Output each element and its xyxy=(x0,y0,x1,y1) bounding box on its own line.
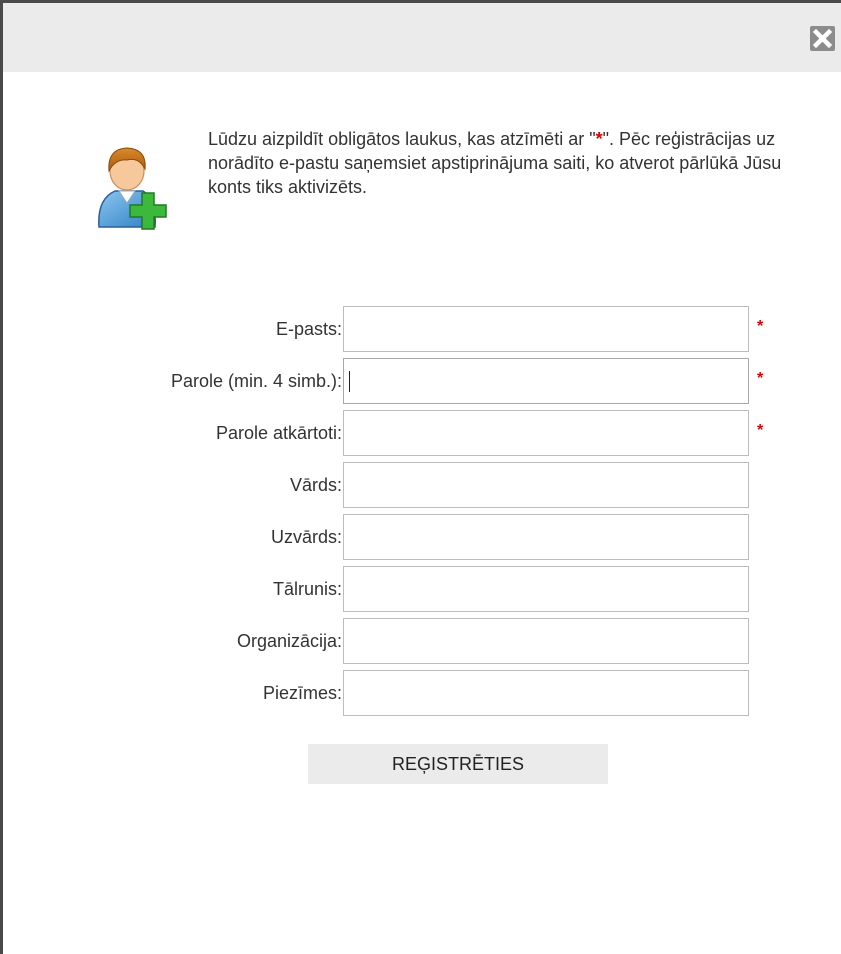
last-name-field[interactable] xyxy=(343,514,749,560)
phone-field[interactable] xyxy=(343,566,749,612)
form-row-phone: Tālrunis: xyxy=(3,566,841,612)
notes-label: Piezīmes: xyxy=(262,683,342,703)
intro-line: Lūdzu aizpildīt obligātos laukus, kas at… xyxy=(208,129,596,149)
password-label: Parole (min. 4 simb.): xyxy=(170,371,342,391)
intro-line-end: ". xyxy=(602,129,614,149)
notes-field[interactable] xyxy=(343,670,749,716)
first-name-field[interactable] xyxy=(343,462,749,508)
register-button[interactable]: REĢISTRĒTIES xyxy=(308,744,608,784)
password-repeat-field[interactable] xyxy=(343,410,749,456)
required-star: * xyxy=(757,318,764,335)
organization-field[interactable] xyxy=(343,618,749,664)
form-row-password: Parole (min. 4 simb.): * xyxy=(3,358,841,404)
email-label: E-pasts: xyxy=(275,319,342,339)
text-caret xyxy=(349,371,350,392)
email-field[interactable] xyxy=(343,306,749,352)
intro-text: Lūdzu aizpildīt obligātos laukus, kas at… xyxy=(208,127,828,199)
first-name-label: Vārds: xyxy=(289,475,342,495)
form-row-email: E-pasts: * xyxy=(3,306,841,352)
form-row-password-repeat: Parole atkārtoti: * xyxy=(3,410,841,456)
required-star-legend: * xyxy=(595,129,603,149)
add-user-icon xyxy=(98,147,167,230)
close-button[interactable] xyxy=(810,26,835,51)
form-row-last-name: Uzvārds: xyxy=(3,514,841,560)
required-star: * xyxy=(757,370,764,387)
password-field[interactable] xyxy=(343,358,749,404)
password-repeat-label: Parole atkārtoti: xyxy=(215,423,342,443)
organization-label: Organizācija: xyxy=(236,631,342,651)
last-name-label: Uzvārds: xyxy=(270,527,342,547)
close-icon xyxy=(812,28,833,49)
form-row-first-name: Vārds: xyxy=(3,462,841,508)
registration-dialog: Lūdzu aizpildīt obligātos laukus, kas at… xyxy=(0,0,841,954)
dialog-titlebar xyxy=(3,3,841,72)
phone-label: Tālrunis: xyxy=(272,579,342,599)
form-row-notes: Piezīmes: xyxy=(3,670,841,716)
required-star: * xyxy=(757,422,764,439)
form-row-organization: Organizācija: xyxy=(3,618,841,664)
